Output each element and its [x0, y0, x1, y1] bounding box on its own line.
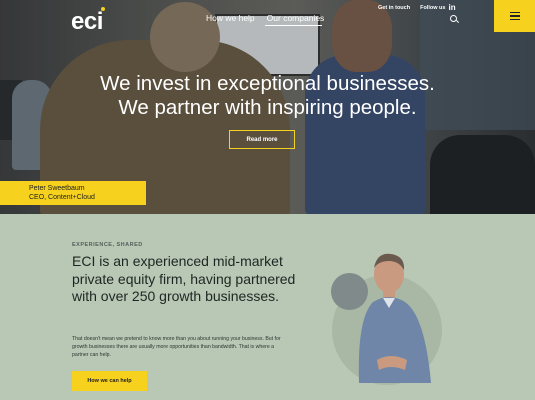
section-body: That doesn't mean we pretend to know mor…: [72, 336, 281, 358]
nav-how-we-help[interactable]: How we help: [206, 13, 255, 23]
get-in-touch-link[interactable]: Get in touch: [378, 5, 410, 11]
caption-role: CEO, Content+Cloud: [29, 194, 95, 201]
caption-name: Peter Sweetbaum: [29, 185, 85, 192]
hero-title-line1: We invest in exceptional businesses.: [100, 72, 435, 95]
hamburger-icon-bar: [509, 11, 520, 14]
hero-title-line2: We partner with inspiring people.: [118, 96, 417, 119]
hamburger-icon-bar: [509, 18, 520, 21]
how-we-can-help-button[interactable]: How we can help: [72, 371, 147, 391]
nav-our-companies[interactable]: Our companies: [267, 13, 325, 23]
section-headline: ECI is an experienced mid-market private…: [72, 253, 296, 304]
section-kicker: EXPERIENCE, SHARED: [72, 242, 143, 248]
logo-dot: [101, 7, 105, 11]
utility-nav: Get in touch Follow us in: [378, 3, 456, 12]
follow-us: Follow us in: [420, 3, 455, 12]
logo-text: eci: [71, 8, 103, 35]
main-nav: How we help Our companies: [206, 13, 324, 23]
search-icon[interactable]: [450, 15, 457, 22]
linkedin-icon[interactable]: in: [448, 3, 455, 12]
nav-active-underline: [265, 25, 322, 26]
hero-caption: Peter Sweetbaum CEO, Content+Cloud: [0, 181, 146, 205]
follow-us-label: Follow us: [420, 4, 446, 11]
eci-logo[interactable]: eci: [71, 7, 105, 36]
portrait-person: [358, 253, 431, 383]
read-more-button[interactable]: Read more: [229, 130, 295, 149]
hamburger-icon-bar: [509, 15, 520, 17]
menu-button[interactable]: [494, 0, 535, 32]
